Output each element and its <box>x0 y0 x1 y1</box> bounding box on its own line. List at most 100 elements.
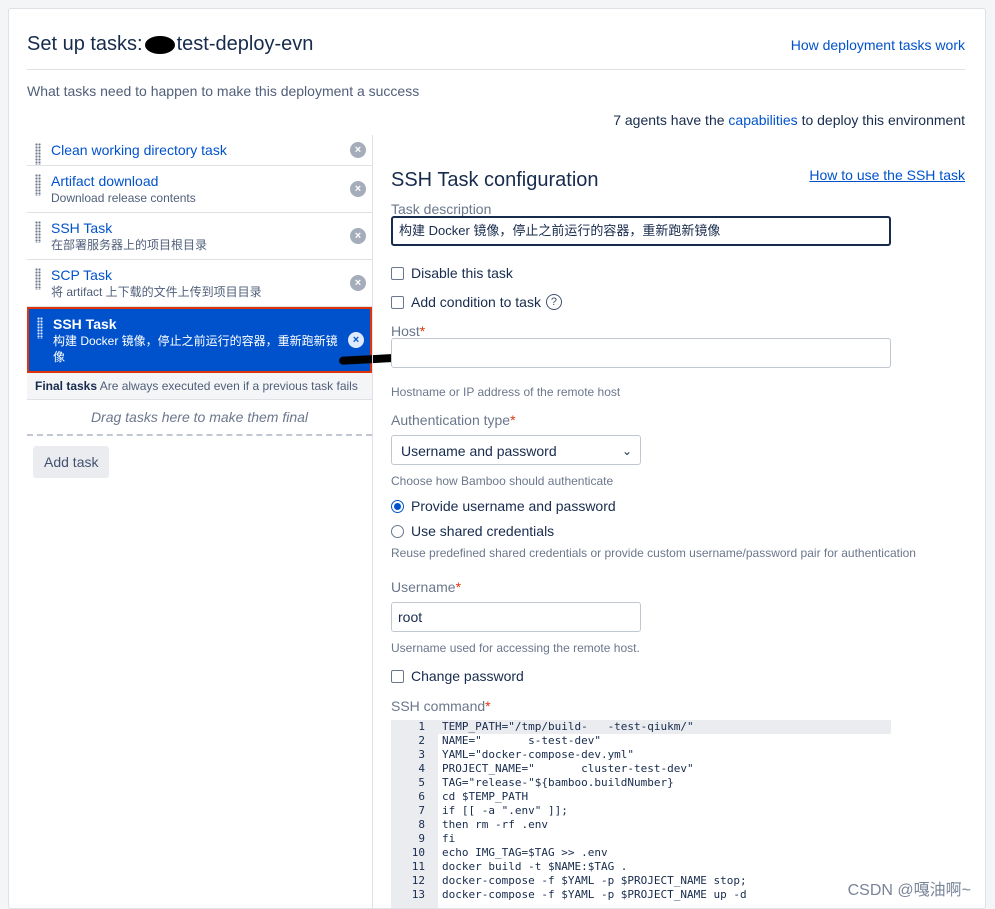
radio-button[interactable] <box>391 524 404 538</box>
line-number: 10 <box>411 846 425 859</box>
code-line[interactable]: 11 docker build -t $NAME:$TAG . <box>391 860 891 874</box>
username-label: Username* <box>391 579 461 595</box>
ssh-command-label: SSH command* <box>391 698 491 714</box>
required-marker: * <box>419 323 426 339</box>
task-name: Artifact download <box>51 173 159 189</box>
host-input[interactable] <box>391 338 891 368</box>
how-deployment-tasks-work-link[interactable]: How deployment tasks work <box>791 37 965 53</box>
code-text: if [[ -a ".env" ]]; <box>442 804 568 817</box>
code-line[interactable]: 8 then rm -rf .env <box>391 818 891 832</box>
code-text: then rm -rf .env <box>442 818 548 831</box>
code-line[interactable]: 3 YAML="docker-compose-dev.yml" <box>391 748 891 762</box>
agents-summary: 7 agents have the capabilities to deploy… <box>613 112 965 128</box>
task-config-panel: SSH Task configuration How to use the SS… <box>372 135 985 908</box>
page-description: What tasks need to happen to make this d… <box>27 83 420 99</box>
code-text: cd $TEMP_PATH <box>442 790 529 803</box>
checkbox[interactable] <box>391 266 404 280</box>
code-line[interactable]: 2 NAME=" s-test-dev" <box>391 734 891 748</box>
page-title: Set up tasks: test-deploy-evn <box>27 33 313 56</box>
code-line[interactable]: 13 docker-compose -f $YAML -p $PROJECT_NA… <box>391 888 891 902</box>
radio-shared-credentials[interactable]: Use shared credentials <box>391 523 554 539</box>
drag-handle-icon[interactable] <box>35 221 41 243</box>
code-line[interactable]: 9 fi <box>391 832 891 846</box>
radio-provide-label: Provide username and password <box>411 498 616 514</box>
drag-handle-icon[interactable] <box>35 174 41 196</box>
auth-type-select[interactable]: Username and password ⌄ <box>391 435 641 465</box>
task-name: SSH Task <box>51 220 113 236</box>
title-suffix: test-deploy-evn <box>176 33 314 55</box>
code-line[interactable]: 7 if [[ -a ".env" ]]; <box>391 804 891 818</box>
task-item-ssh-1[interactable]: SSH Task 在部署服务器上的项目根目录 × <box>27 213 372 260</box>
radio-shared-label: Use shared credentials <box>411 523 555 539</box>
required-marker: * <box>455 579 462 595</box>
how-to-use-ssh-link[interactable]: How to use the SSH task <box>809 167 965 183</box>
code-lines: 1 TEMP_PATH="/tmp/build- -test-qiukm/" 2 NA… <box>391 720 891 902</box>
username-input[interactable]: root <box>391 602 641 632</box>
task-description-input[interactable]: 构建 Docker 镜像，停止之前运行的容器，重新跑新镜像 <box>391 216 891 246</box>
change-password-checkbox[interactable]: Change password <box>391 668 524 684</box>
task-list: Clean working directory task × Artifact … <box>27 135 372 908</box>
ssh-command-editor[interactable]: 1 TEMP_PATH="/tmp/build- -test-qiukm/" 2 NA… <box>391 720 891 908</box>
remove-task-icon[interactable]: × <box>350 181 366 197</box>
line-number: 6 <box>418 790 425 803</box>
remove-task-icon[interactable]: × <box>350 228 366 244</box>
task-item-clean-working-directory[interactable]: Clean working directory task × <box>27 135 372 166</box>
divider <box>27 69 965 70</box>
task-name: Clean working directory task <box>51 142 227 158</box>
task-item-ssh-selected[interactable]: SSH Task 构建 Docker 镜像，停止之前运行的容器，重新跑新镜像 × <box>27 307 372 373</box>
code-text: docker-compose -f $YAML -p $PROJECT_NAME… <box>442 874 747 887</box>
checkbox[interactable] <box>391 295 404 309</box>
final-tasks-dropzone[interactable]: Drag tasks here to make them final <box>27 400 372 436</box>
host-label: Host* <box>391 323 425 339</box>
auth-hint: Choose how Bamboo should authenticate <box>391 474 614 488</box>
line-number: 5 <box>418 776 425 789</box>
task-description: 将 artifact 上下载的文件上传到项目目录 <box>51 285 262 299</box>
code-line[interactable]: 4 PROJECT_NAME=" cluster-test-dev" <box>391 762 891 776</box>
host-hint: Hostname or IP address of the remote hos… <box>391 385 621 399</box>
agents-suffix: to deploy this environment <box>801 112 965 128</box>
code-text: NAME=" s-test-dev" <box>442 734 601 747</box>
code-line[interactable]: 1 TEMP_PATH="/tmp/build- -test-qiukm/" <box>391 720 891 734</box>
code-line[interactable]: 10 echo IMG_TAG=$TAG >> .env <box>391 846 891 860</box>
radio-button-selected[interactable] <box>391 499 404 513</box>
code-text: echo IMG_TAG=$TAG >> .env <box>442 846 608 859</box>
line-number: 3 <box>418 748 425 761</box>
remove-task-icon[interactable]: × <box>348 332 364 348</box>
shared-credentials-hint: Reuse predefined shared credentials or p… <box>391 546 916 560</box>
add-condition-checkbox[interactable]: Add condition to task ? <box>391 294 562 310</box>
help-icon[interactable]: ? <box>545 294 562 310</box>
code-line[interactable]: 5 TAG="release-"${bamboo.buildNumber} <box>391 776 891 790</box>
line-number: 4 <box>418 762 425 775</box>
drag-handle-icon[interactable] <box>35 143 41 165</box>
task-name: SSH Task <box>53 316 117 332</box>
remove-task-icon[interactable]: × <box>350 142 366 158</box>
add-task-button[interactable]: Add task <box>33 446 110 478</box>
task-item-artifact-download[interactable]: Artifact download Download release conte… <box>27 166 372 213</box>
final-tasks-header: Final tasks Are always executed even if … <box>27 373 372 400</box>
final-tasks-title: Final tasks <box>35 379 98 393</box>
drag-handle-icon[interactable] <box>37 317 43 339</box>
capabilities-link[interactable]: capabilities <box>728 112 797 128</box>
auth-type-label-text: Authentication type <box>391 412 511 428</box>
disable-task-checkbox[interactable]: Disable this task <box>391 265 513 281</box>
username-hint: Username used for accessing the remote h… <box>391 641 640 655</box>
code-line[interactable]: 6 cd $TEMP_PATH <box>391 790 891 804</box>
code-text: docker-compose -f $YAML -p $PROJECT_NAME… <box>442 888 747 901</box>
chevron-down-icon: ⌄ <box>621 444 632 458</box>
auth-type-value: Username and password <box>401 443 557 459</box>
line-number: 12 <box>411 874 425 887</box>
line-number: 8 <box>418 818 425 831</box>
host-label-text: Host <box>391 323 420 339</box>
add-condition-label: Add condition to task <box>411 294 541 310</box>
change-password-label: Change password <box>411 668 524 684</box>
line-number: 2 <box>418 734 425 747</box>
code-line[interactable]: 12 docker-compose -f $YAML -p $PROJECT_NA… <box>391 874 891 888</box>
username-label-text: Username <box>391 579 456 595</box>
checkbox[interactable] <box>391 669 404 683</box>
drag-handle-icon[interactable] <box>35 268 41 290</box>
radio-provide-credentials[interactable]: Provide username and password <box>391 498 616 514</box>
line-number: 13 <box>411 888 425 901</box>
task-item-scp[interactable]: SCP Task 将 artifact 上下载的文件上传到项目目录 × <box>27 260 372 307</box>
remove-task-icon[interactable]: × <box>350 275 366 291</box>
task-description: 构建 Docker 镜像，停止之前运行的容器，重新跑新镜像 <box>53 334 338 364</box>
